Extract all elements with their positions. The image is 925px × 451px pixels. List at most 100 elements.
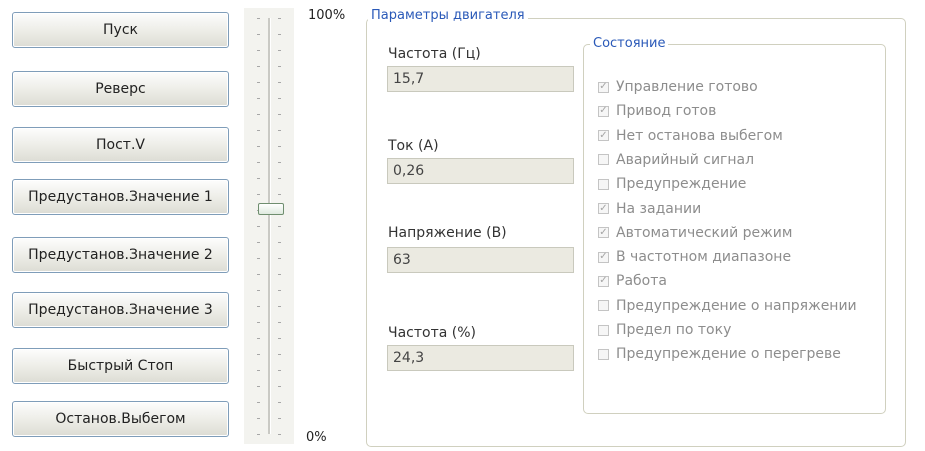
checkbox-unchecked-icon — [598, 348, 609, 360]
status-item-label: На задании — [616, 200, 702, 217]
slider-tick — [278, 322, 281, 323]
status-item: ✓ Управление готово — [598, 77, 758, 97]
slider-tick — [257, 306, 260, 307]
slider-tick — [257, 402, 260, 403]
motor-params-title: Параметры двигателя — [368, 8, 528, 23]
slider-tick — [278, 290, 281, 291]
slider-tick — [278, 130, 281, 131]
status-item: Предупреждение — [598, 174, 746, 194]
status-item: Предупреждение о напряжении — [598, 296, 857, 316]
slider-tick — [278, 178, 281, 179]
slider-tick — [257, 66, 260, 67]
slider-tick — [278, 226, 281, 227]
checkbox-checked-icon: ✓ — [598, 105, 609, 117]
slider-tick — [278, 258, 281, 259]
reverse-button[interactable]: Реверс — [12, 71, 229, 107]
slider-tick — [257, 18, 260, 19]
checkbox-checked-icon: ✓ — [598, 129, 609, 142]
slider-tick — [257, 82, 260, 83]
slider-tick — [278, 242, 281, 243]
slider-max-label: 100% — [308, 8, 346, 23]
status-item: Предупреждение о перегреве — [598, 344, 841, 364]
slider-tick — [257, 114, 260, 115]
status-item: Предел по току — [598, 320, 731, 340]
slider-tick — [278, 306, 281, 307]
slider-tick — [278, 66, 281, 67]
preset-1-button[interactable]: Предустанов.Значение 1 — [12, 179, 229, 215]
slider-tick — [257, 226, 260, 227]
checkbox-checked-icon: ✓ — [598, 81, 609, 93]
slider-tick — [257, 434, 260, 435]
quick-stop-button[interactable]: Быстрый Стоп — [12, 348, 229, 384]
status-item-label: Аварийный сигнал — [616, 151, 755, 168]
status-item: Аварийный сигнал — [598, 150, 754, 170]
slider-tick — [278, 18, 281, 19]
status-item-label: Управление готово — [616, 79, 758, 95]
slider-tick — [278, 386, 281, 387]
slider-tick — [257, 50, 260, 51]
frequency-percent-label: Частота (%) — [388, 325, 477, 341]
status-item: ✓ Работа — [598, 271, 667, 291]
slider-tick — [278, 114, 281, 115]
slider-tick — [257, 290, 260, 291]
preset-2-button[interactable]: Предустанов.Значение 2 — [12, 237, 229, 273]
slider-tick — [278, 434, 281, 435]
slider-tick — [257, 146, 260, 147]
status-item: ✓ Автоматический режим — [598, 223, 792, 243]
slider-tick — [278, 338, 281, 339]
slider-tick — [257, 34, 260, 35]
slider-tick — [278, 418, 281, 419]
slider-tick — [257, 386, 260, 387]
checkbox-unchecked-icon — [598, 178, 609, 190]
status-item-label: Автоматический режим — [616, 224, 793, 241]
slider-tick — [257, 370, 260, 371]
status-item: ✓ Привод готов — [598, 101, 716, 121]
checkbox-checked-icon: ✓ — [598, 275, 609, 287]
frequency-percent-field: 24,3 — [387, 345, 574, 371]
start-button[interactable]: Пуск — [12, 12, 229, 48]
preset-3-button[interactable]: Предустанов.Значение 3 — [12, 292, 229, 328]
frequency-hz-label: Частота (Гц) — [388, 46, 481, 62]
checkbox-unchecked-icon — [598, 324, 609, 336]
status-item: ✓ Нет останова выбегом — [598, 126, 783, 146]
slider-thumb[interactable] — [258, 203, 284, 216]
slider-tick — [278, 402, 281, 403]
status-item-label: Предупреждение — [616, 176, 747, 193]
slider-tick — [257, 274, 260, 275]
slider-tick — [257, 354, 260, 355]
status-item: ✓ В частотном диапазоне — [598, 247, 791, 267]
status-item-label: Нет останова выбегом — [616, 127, 783, 144]
voltage-label: Напряжение (В) — [388, 225, 507, 241]
coast-stop-button[interactable]: Останов.Выбегом — [12, 401, 229, 437]
slider-tick — [278, 82, 281, 83]
slider-tick — [257, 178, 260, 179]
slider-tick — [278, 194, 281, 195]
slider-tick — [278, 98, 281, 99]
slider-tick — [278, 162, 281, 163]
slider-tick — [278, 354, 281, 355]
checkbox-checked-icon: ✓ — [598, 226, 609, 239]
slider-track[interactable] — [268, 18, 271, 434]
status-item-label: Предупреждение о напряжении — [616, 297, 857, 314]
slider-tick — [278, 50, 281, 51]
slider-tick — [257, 194, 260, 195]
voltage-field: 63 — [387, 247, 574, 273]
const-v-button[interactable]: Пост.V — [12, 127, 229, 163]
status-item-label: Привод готов — [616, 103, 717, 120]
status-item-label: Предупреждение о перегреве — [616, 346, 841, 363]
slider-tick — [278, 146, 281, 147]
slider-tick — [257, 322, 260, 323]
checkbox-checked-icon: ✓ — [598, 202, 609, 214]
slider-min-label: 0% — [306, 430, 327, 445]
checkbox-unchecked-icon — [598, 154, 609, 166]
checkbox-checked-icon: ✓ — [598, 251, 609, 263]
slider-tick — [257, 98, 260, 99]
slider-tick — [257, 418, 260, 419]
slider-tick — [257, 162, 260, 163]
current-field: 0,26 — [387, 158, 574, 184]
slider-tick — [278, 34, 281, 35]
checkbox-unchecked-icon — [598, 300, 609, 312]
speed-slider[interactable] — [244, 8, 298, 444]
frequency-hz-field: 15,7 — [387, 66, 574, 92]
current-label: Ток (А) — [388, 138, 439, 154]
